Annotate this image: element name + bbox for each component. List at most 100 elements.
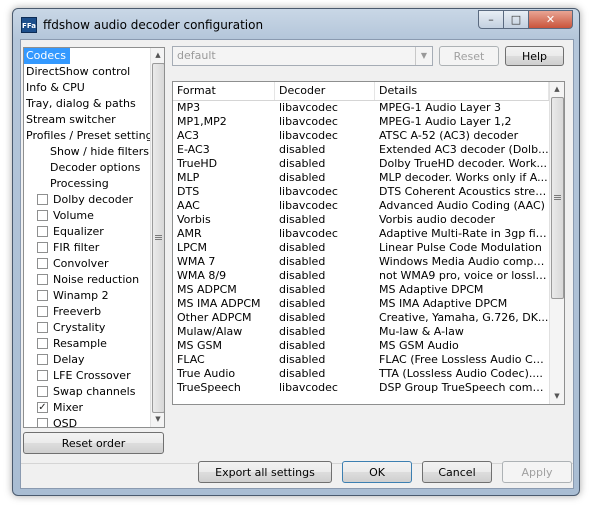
preset-select: default ▼ — [172, 46, 433, 66]
table-row[interactable]: MS GSM disabled MS GSM Audio — [173, 339, 549, 353]
table-row[interactable]: WMA 7 disabled Windows Media Audio compati… — [173, 255, 549, 269]
checkbox[interactable] — [37, 289, 48, 301]
scroll-down-arrow-icon[interactable]: ▼ — [550, 389, 564, 403]
checkbox[interactable] — [37, 225, 48, 237]
scroll-up-arrow-icon[interactable]: ▲ — [151, 48, 164, 62]
tree-item[interactable]: Tray, dialog & paths — [24, 96, 140, 112]
table-row[interactable]: MS IMA ADPCM disabled MS IMA Adaptive DPCM — [173, 297, 549, 311]
tree-item[interactable]: Noise reduction — [35, 272, 143, 288]
tree-item-label: Codecs — [26, 49, 66, 62]
minimize-button[interactable]: – — [478, 10, 504, 29]
checkbox[interactable] — [37, 369, 48, 381]
details-cell: MS Adaptive DPCM — [379, 283, 484, 296]
table-row[interactable]: Other ADPCM disabled Creative, Yamaha, G.7… — [173, 311, 549, 325]
checkbox[interactable]: ✓ — [37, 401, 48, 413]
decoder-cell: libavcodec — [279, 381, 338, 394]
reset-order-button[interactable]: Reset order — [23, 432, 164, 454]
checkbox[interactable] — [37, 337, 48, 349]
app-icon: FFa — [21, 17, 37, 33]
list-scrollbar[interactable]: ▲ ▼ — [549, 82, 564, 404]
checkbox[interactable] — [37, 193, 48, 205]
tree-item[interactable]: OSD — [35, 416, 81, 427]
checkbox[interactable] — [37, 417, 48, 427]
table-row[interactable]: DTS libavcodec DTS Coherent Acoustics stre… — [173, 185, 549, 199]
cancel-button[interactable]: Cancel — [422, 461, 492, 483]
table-row[interactable]: TrueSpeech libavcodec DSP Group TrueSpeech… — [173, 381, 549, 395]
ok-button[interactable]: OK — [342, 461, 412, 483]
close-button[interactable]: ✕ — [529, 10, 573, 29]
export-all-settings-button[interactable]: Export all settings — [198, 461, 332, 483]
checkbox[interactable] — [37, 353, 48, 365]
table-row[interactable]: AAC libavcodec Advanced Audio Coding (AAC) — [173, 199, 549, 213]
tree-item-label: Decoder options — [50, 161, 141, 174]
tree-item[interactable]: DirectShow control — [24, 64, 134, 80]
maximize-icon: □ — [510, 13, 522, 26]
tree-item[interactable]: Resample — [35, 336, 111, 352]
checkbox[interactable] — [37, 321, 48, 333]
codecs-list[interactable]: Format Decoder Details MP3 libavcodec MPEG… — [172, 81, 565, 405]
details-cell: MPEG-1 Audio Layer 1,2 — [379, 115, 512, 128]
maximize-button[interactable]: □ — [504, 10, 529, 29]
format-cell: AC3 — [177, 129, 200, 142]
tree-item[interactable]: Dolby decoder — [35, 192, 137, 208]
table-row[interactable]: TrueHD disabled Dolby TrueHD decoder. Work… — [173, 157, 549, 171]
table-row[interactable]: MP1,MP2 libavcodec MPEG-1 Audio Layer 1,2 — [173, 115, 549, 129]
tree-scroll-thumb[interactable] — [152, 63, 164, 413]
window-title: ffdshow audio decoder configuration — [43, 18, 264, 32]
table-row[interactable]: AMR libavcodec Adaptive Multi-Rate in 3gp … — [173, 227, 549, 241]
table-row[interactable]: FLAC disabled FLAC (Free Lossless Audio Co… — [173, 353, 549, 367]
scroll-up-arrow-icon[interactable]: ▲ — [550, 82, 564, 96]
table-row[interactable]: Mulaw/Alaw disabled Mu-law & A-law — [173, 325, 549, 339]
tree-item[interactable]: Stream switcher — [24, 112, 120, 128]
tree-item[interactable]: Decoder options — [48, 160, 144, 176]
settings-tree[interactable]: Codecs DirectShow control Info & CPU Tray, … — [23, 47, 165, 428]
tree-item[interactable]: Codecs — [24, 48, 70, 64]
tree-item[interactable]: Info & CPU — [24, 80, 89, 96]
tree-item[interactable]: Winamp 2 — [35, 288, 113, 304]
tree-item[interactable]: ✓ Mixer — [35, 400, 87, 416]
close-icon: ✕ — [545, 13, 556, 26]
tree-item-label: Swap channels — [53, 385, 136, 398]
tree-item[interactable]: Profiles / Preset settings — [24, 128, 162, 144]
tree-item[interactable]: Swap channels — [35, 384, 139, 400]
checkbox[interactable] — [37, 305, 48, 317]
column-header-details[interactable]: Details — [375, 82, 549, 100]
tree-item[interactable]: Delay — [35, 352, 89, 368]
help-button[interactable]: Help — [505, 46, 564, 66]
tree-scrollbar[interactable]: ▲ ▼ — [150, 48, 164, 427]
table-row[interactable]: Vorbis disabled Vorbis audio decoder — [173, 213, 549, 227]
checkbox[interactable] — [37, 385, 48, 397]
tree-item-label: Volume — [53, 209, 94, 222]
table-row[interactable]: LPCM disabled Linear Pulse Code Modulation — [173, 241, 549, 255]
checkbox[interactable] — [37, 241, 48, 253]
list-scroll-thumb[interactable] — [551, 97, 564, 299]
tree-item[interactable]: Equalizer — [35, 224, 108, 240]
table-row[interactable]: AC3 libavcodec ATSC A-52 (AC3) decoder — [173, 129, 549, 143]
tree-item[interactable]: Freeverb — [35, 304, 105, 320]
decoder-cell: disabled — [279, 255, 326, 268]
details-cell: MLP decoder. Works only if A... — [379, 171, 548, 184]
tree-item[interactable]: Volume — [35, 208, 98, 224]
table-row[interactable]: MS ADPCM disabled MS Adaptive DPCM — [173, 283, 549, 297]
tree-item-label: LFE Crossover — [53, 369, 131, 382]
tree-item[interactable]: Processing — [48, 176, 113, 192]
details-cell: Creative, Yamaha, G.726, DK... — [379, 311, 549, 324]
table-row[interactable]: MP3 libavcodec MPEG-1 Audio Layer 3 — [173, 101, 549, 115]
checkbox[interactable] — [37, 273, 48, 285]
tree-item[interactable]: LFE Crossover — [35, 368, 135, 384]
checkbox[interactable] — [37, 257, 48, 269]
title-bar[interactable]: FFa ffdshow audio decoder configuration … — [13, 9, 579, 39]
table-row[interactable]: True Audio disabled TTA (Lossless Audio Co… — [173, 367, 549, 381]
column-header-decoder[interactable]: Decoder — [275, 82, 375, 100]
table-row[interactable]: MLP disabled MLP decoder. Works only if A.… — [173, 171, 549, 185]
tree-item[interactable]: Show / hide filters — [48, 144, 153, 160]
table-row[interactable]: E-AC3 disabled Extended AC3 decoder (Dolb.… — [173, 143, 549, 157]
column-header-format[interactable]: Format — [173, 82, 275, 100]
tree-item[interactable]: Crystality — [35, 320, 109, 336]
scroll-down-arrow-icon[interactable]: ▼ — [151, 412, 164, 426]
checkbox[interactable] — [37, 209, 48, 221]
tree-item[interactable]: Convolver — [35, 256, 112, 272]
tree-item[interactable]: FIR filter — [35, 240, 103, 256]
decoder-cell: disabled — [279, 157, 326, 170]
table-row[interactable]: WMA 8/9 disabled not WMA9 pro, voice or lo… — [173, 269, 549, 283]
